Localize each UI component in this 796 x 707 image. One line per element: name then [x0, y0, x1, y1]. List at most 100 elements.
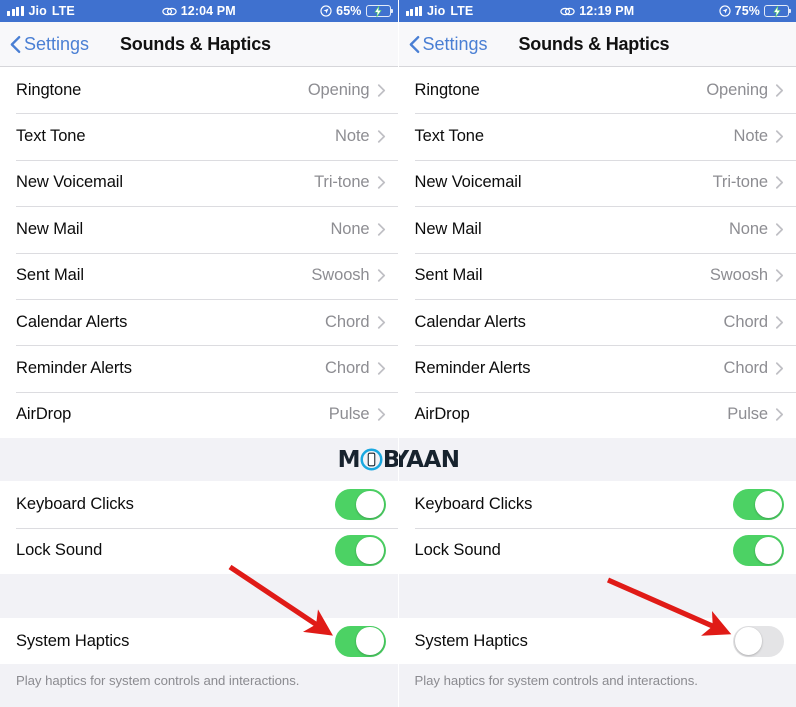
page-title-after: Sounds & Haptics [518, 33, 670, 54]
row-label: Calendar Alerts [414, 312, 526, 331]
row-keyboard-clicks[interactable]: Keyboard Clicks [398, 481, 796, 528]
back-button-after[interactable]: Settings [409, 34, 488, 55]
row-new-voicemail[interactable]: New Voicemail Tri-tone [398, 159, 796, 207]
navigation-bar-before: Settings Sounds & Haptics [0, 22, 398, 67]
status-bar-left-group: Jio LTE [7, 5, 75, 18]
row-lock-sound[interactable]: Lock Sound [398, 527, 796, 574]
row-accessory-group: None [729, 220, 784, 239]
page-title-before: Sounds & Haptics [120, 33, 271, 54]
row-accessory-group: Chord [724, 359, 784, 378]
row-calendar-alerts[interactable]: Calendar Alerts Chord [0, 298, 398, 346]
status-bar-left-group: Jio LTE [405, 3, 474, 18]
row-value: Tri-tone [314, 173, 370, 192]
row-label: Ringtone [16, 80, 82, 99]
footer-after: Play haptics for system controls and int… [398, 664, 796, 707]
status-bar-after: Jio LTE 12:19 PM 75% [398, 0, 796, 22]
network-type-label: LTE [450, 3, 474, 18]
disclosure-chevron-icon [377, 130, 385, 143]
row-accessory-group: Tri-tone [713, 173, 784, 192]
system-haptics-toggle[interactable] [334, 625, 386, 657]
row-label: Calendar Alerts [16, 312, 128, 331]
disclosure-chevron-icon [775, 83, 784, 97]
disclosure-chevron-icon [377, 362, 385, 375]
sounds-group-before: Ringtone Opening Text Tone Note New Voic… [0, 67, 398, 439]
row-text-tone[interactable]: Text Tone Note [0, 113, 398, 160]
row-reminder-alerts[interactable]: Reminder Alerts Chord [398, 345, 796, 392]
clock-label: 12:19 PM [579, 3, 635, 18]
location-arrow-icon [320, 5, 332, 17]
clicks-group-after: Keyboard Clicks Lock Sound [398, 481, 796, 574]
disclosure-chevron-icon [775, 408, 784, 422]
keyboard-clicks-toggle[interactable] [334, 488, 386, 520]
row-label: New Mail [16, 219, 84, 238]
location-arrow-icon [719, 5, 731, 17]
row-accessory-group [334, 625, 386, 657]
footer-before: Play haptics for system controls and int… [0, 664, 398, 707]
system-haptics-toggle[interactable] [733, 625, 784, 657]
row-accessory-group: None [330, 220, 385, 239]
row-text-tone[interactable]: Text Tone Note [398, 113, 796, 160]
keyboard-clicks-toggle[interactable] [733, 488, 784, 520]
row-value: Note [335, 127, 370, 146]
row-label: Reminder Alerts [414, 359, 531, 378]
clock-label: 12:04 PM [180, 3, 236, 18]
row-label: System Haptics [16, 631, 130, 650]
section-gap-1-after: M BIGYAAN [398, 438, 796, 482]
row-label: New Voicemail [16, 173, 123, 192]
row-value: Swoosh [311, 266, 370, 285]
lock-sound-toggle[interactable] [733, 535, 784, 567]
row-value: Chord [325, 359, 370, 378]
carrier-label: Jio [28, 3, 47, 18]
row-new-voicemail[interactable]: New Voicemail Tri-tone [0, 159, 398, 207]
row-label: AirDrop [16, 405, 72, 424]
row-new-mail[interactable]: New Mail None [0, 206, 398, 253]
row-label: Sent Mail [16, 266, 84, 285]
row-system-haptics[interactable]: System Haptics [0, 617, 398, 665]
row-system-haptics[interactable]: System Haptics [398, 617, 796, 665]
mobigyaan-watermark-left-half: M BIGYAAN [0, 438, 398, 481]
row-value: Opening [706, 80, 768, 99]
disclosure-chevron-icon [775, 269, 784, 283]
row-airdrop[interactable]: AirDrop Pulse [0, 391, 398, 439]
watermark-text-after: BIGYAAN [398, 446, 460, 473]
signal-bars-icon [7, 6, 24, 16]
network-type-label: LTE [51, 3, 75, 18]
row-calendar-alerts[interactable]: Calendar Alerts Chord [398, 298, 796, 346]
row-reminder-alerts[interactable]: Reminder Alerts Chord [0, 345, 398, 392]
row-lock-sound[interactable]: Lock Sound [0, 527, 398, 574]
disclosure-chevron-icon [775, 315, 784, 329]
disclosure-chevron-icon [377, 315, 385, 329]
haptics-group-after: System Haptics [398, 617, 796, 665]
clicks-group-before: Keyboard Clicks Lock Sound [0, 481, 398, 574]
row-airdrop[interactable]: AirDrop Pulse [398, 391, 796, 439]
disclosure-chevron-icon [377, 269, 385, 283]
watermark-text-before: M [337, 446, 361, 473]
lock-sound-toggle[interactable] [334, 535, 386, 567]
haptics-group-before: System Haptics [0, 617, 398, 665]
navigation-bar-after: Settings Sounds & Haptics [398, 22, 796, 67]
row-accessory-group: Swoosh [710, 266, 784, 285]
toggle-knob [754, 537, 783, 565]
row-sent-mail[interactable]: Sent Mail Swoosh [0, 252, 398, 299]
battery-charging-icon [764, 5, 792, 17]
footer-text: Play haptics for system controls and int… [16, 673, 300, 689]
watermark-inner: M BIGYAAN [338, 447, 398, 473]
phone-screen-after: Jio LTE 12:19 PM 75% Settings Sounds & H… [398, 0, 796, 707]
mobigyaan-watermark-right-half: M BIGYAAN [399, 438, 796, 481]
row-accessory-group [733, 625, 784, 657]
row-accessory-group: Tri-tone [314, 173, 385, 192]
sounds-group-after: Ringtone Opening Text Tone Note New Voic… [398, 67, 796, 439]
row-value: Pulse [727, 405, 768, 424]
back-button-before[interactable]: Settings [10, 34, 89, 55]
row-ringtone[interactable]: Ringtone Opening [398, 67, 796, 114]
section-gap-2-after [398, 573, 796, 618]
row-value: Opening [307, 80, 370, 99]
battery-percent-label: 65% [336, 3, 362, 18]
row-keyboard-clicks[interactable]: Keyboard Clicks [0, 481, 398, 528]
row-sent-mail[interactable]: Sent Mail Swoosh [398, 252, 796, 299]
link-icon [560, 7, 575, 15]
row-new-mail[interactable]: New Mail None [398, 206, 796, 253]
disclosure-chevron-icon [775, 362, 784, 375]
row-ringtone[interactable]: Ringtone Opening [0, 67, 398, 114]
row-label: Text Tone [16, 127, 86, 146]
